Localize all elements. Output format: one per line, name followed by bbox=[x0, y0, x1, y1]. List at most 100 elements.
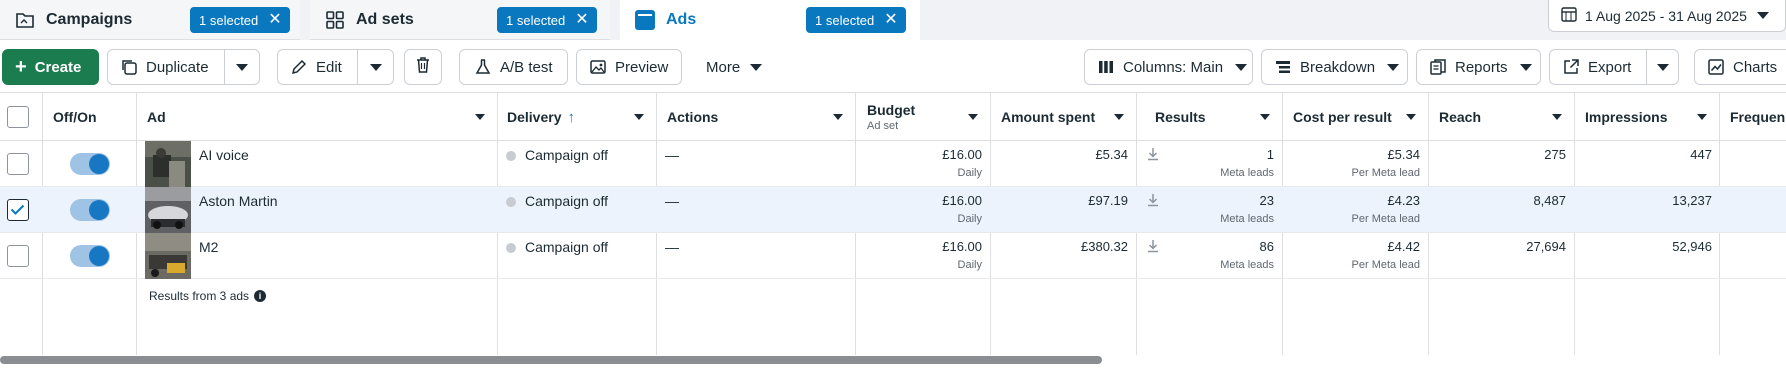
close-icon[interactable]: ✕ bbox=[575, 12, 588, 28]
ad-name[interactable]: Aston Martin bbox=[199, 193, 278, 209]
column-header-off-on: Off/On bbox=[53, 93, 136, 141]
cost-per-result-type: Per Meta lead bbox=[1351, 167, 1420, 179]
cost-per-result-value: £5.34 bbox=[1387, 147, 1420, 162]
ad-toggle[interactable] bbox=[70, 199, 110, 221]
table-row[interactable]: AI voice Campaign off — £16.00 Daily £5.… bbox=[0, 141, 1786, 187]
column-header-impressions[interactable]: Impressions bbox=[1585, 93, 1719, 141]
create-button[interactable]: + Create bbox=[2, 49, 99, 85]
ad-thumbnail[interactable] bbox=[145, 233, 191, 279]
budget-value: £16.00 bbox=[942, 147, 982, 162]
reach-value: 8,487 bbox=[1533, 193, 1566, 208]
row-checkbox[interactable] bbox=[7, 199, 29, 221]
results-type: Meta leads bbox=[1220, 167, 1274, 179]
actions-value: — bbox=[665, 147, 679, 163]
column-header-actions[interactable]: Actions bbox=[667, 93, 855, 141]
preview-label: Preview bbox=[615, 58, 669, 76]
table-row[interactable]: M2 Campaign off — £16.00 Daily £380.32 8… bbox=[0, 233, 1786, 279]
toggle-knob bbox=[89, 200, 109, 220]
ad-thumbnail[interactable] bbox=[145, 187, 191, 233]
column-header-results[interactable]: Results bbox=[1155, 93, 1282, 141]
more-label: More bbox=[706, 58, 741, 76]
reports-button[interactable]: Reports bbox=[1416, 49, 1541, 85]
amount-spent-value: £380.32 bbox=[1081, 239, 1128, 254]
ads-table: Off/On Ad Delivery ↑ Actions Budget Ad s… bbox=[0, 92, 1786, 355]
chevron-down-icon bbox=[369, 63, 382, 71]
chevron-down-icon[interactable] bbox=[833, 114, 843, 120]
ab-test-button[interactable]: A/B test bbox=[459, 49, 568, 85]
results-value: 1 bbox=[1266, 147, 1274, 162]
close-icon[interactable]: ✕ bbox=[268, 12, 281, 28]
charts-button[interactable]: Charts bbox=[1694, 49, 1786, 85]
column-header-frequency[interactable]: Frequen bbox=[1730, 93, 1786, 141]
chevron-down-icon[interactable] bbox=[968, 114, 978, 120]
ad-sets-selected-chip[interactable]: 1 selected ✕ bbox=[497, 7, 597, 33]
chevron-down-icon[interactable] bbox=[1260, 114, 1270, 120]
actions-value: — bbox=[665, 193, 679, 209]
actions-value: — bbox=[665, 239, 679, 255]
horizontal-scrollbar[interactable] bbox=[0, 356, 1786, 366]
ad-name[interactable]: M2 bbox=[199, 239, 218, 255]
tab-ad-sets-label: Ad sets bbox=[356, 10, 414, 28]
campaigns-selected-chip[interactable]: 1 selected ✕ bbox=[190, 7, 290, 33]
charts-label: Charts bbox=[1733, 58, 1778, 76]
column-header-amount-spent[interactable]: Amount spent bbox=[1001, 93, 1136, 141]
table-row[interactable]: Aston Martin Campaign off — £16.00 Daily… bbox=[0, 187, 1786, 233]
edit-button[interactable]: Edit bbox=[277, 49, 394, 85]
columns-button[interactable]: Columns: Main bbox=[1084, 49, 1253, 85]
columns-label: Columns: Main bbox=[1123, 58, 1224, 76]
status-dot bbox=[506, 151, 516, 161]
ad-thumbnail[interactable] bbox=[145, 141, 191, 187]
ad-toggle[interactable] bbox=[70, 245, 110, 267]
export-dropdown[interactable] bbox=[1647, 50, 1678, 84]
chevron-down-icon[interactable] bbox=[1697, 114, 1707, 120]
results-value: 86 bbox=[1259, 239, 1274, 254]
impressions-value: 447 bbox=[1690, 147, 1712, 162]
chevron-down-icon[interactable] bbox=[1406, 114, 1416, 120]
row-checkbox[interactable] bbox=[7, 153, 29, 175]
ads-selected-label: 1 selected bbox=[815, 12, 875, 28]
results-summary: Results from 3 ads i bbox=[149, 289, 267, 303]
duplicate-dropdown[interactable] bbox=[225, 50, 259, 84]
cost-per-result-value: £4.42 bbox=[1387, 239, 1420, 254]
close-icon[interactable]: ✕ bbox=[884, 12, 897, 28]
chart-icon bbox=[1707, 58, 1725, 76]
delete-button[interactable] bbox=[404, 49, 442, 85]
breakdown-button[interactable]: Breakdown bbox=[1261, 49, 1408, 85]
ad-name[interactable]: AI voice bbox=[199, 147, 249, 163]
duplicate-button[interactable]: Duplicate bbox=[107, 49, 260, 85]
date-range-picker[interactable]: 1 Aug 2025 - 31 Aug 2025 bbox=[1548, 0, 1786, 32]
tab-campaigns-label: Campaigns bbox=[46, 10, 133, 28]
results-type: Meta leads bbox=[1220, 259, 1274, 271]
row-checkbox[interactable] bbox=[7, 245, 29, 267]
column-header-ad[interactable]: Ad bbox=[147, 93, 497, 141]
impressions-value: 13,237 bbox=[1672, 193, 1712, 208]
export-label: Export bbox=[1588, 58, 1632, 76]
cost-per-result-type: Per Meta lead bbox=[1351, 213, 1420, 225]
folder-icon bbox=[14, 9, 36, 31]
select-all-checkbox[interactable] bbox=[7, 106, 29, 128]
chevron-down-icon[interactable] bbox=[634, 114, 644, 120]
scrollbar-thumb[interactable] bbox=[0, 356, 1102, 364]
ad-icon bbox=[634, 9, 656, 31]
ads-selected-chip[interactable]: 1 selected ✕ bbox=[806, 7, 906, 33]
edit-dropdown[interactable] bbox=[358, 50, 393, 84]
breakdown-icon bbox=[1274, 58, 1292, 76]
info-icon[interactable]: i bbox=[254, 290, 267, 302]
impressions-value: 52,946 bbox=[1672, 239, 1712, 254]
column-header-delivery[interactable]: Delivery ↑ bbox=[507, 93, 656, 141]
more-button[interactable]: More bbox=[706, 49, 763, 85]
chevron-down-icon bbox=[236, 63, 248, 71]
column-header-amount-spent-label: Amount spent bbox=[1001, 109, 1096, 125]
plus-icon: + bbox=[15, 56, 27, 78]
column-header-reach[interactable]: Reach bbox=[1439, 93, 1574, 141]
column-header-cost-per-result[interactable]: Cost per result bbox=[1293, 93, 1428, 141]
export-button[interactable]: Export bbox=[1549, 49, 1679, 85]
status-dot bbox=[506, 197, 516, 207]
ad-toggle[interactable] bbox=[70, 153, 110, 175]
preview-button[interactable]: Preview bbox=[576, 49, 682, 85]
column-header-budget[interactable]: Budget Ad set bbox=[867, 93, 990, 141]
edit-label: Edit bbox=[316, 58, 342, 76]
chevron-down-icon[interactable] bbox=[1114, 114, 1124, 120]
chevron-down-icon[interactable] bbox=[1552, 114, 1562, 120]
chevron-down-icon[interactable] bbox=[475, 114, 485, 120]
